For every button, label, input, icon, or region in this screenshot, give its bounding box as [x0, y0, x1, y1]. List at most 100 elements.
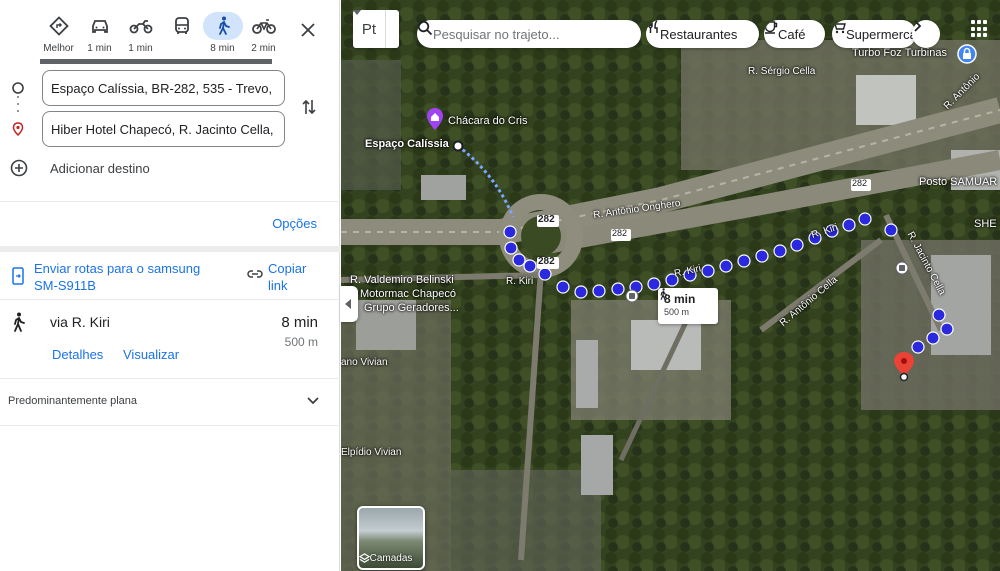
bus-stop-icon[interactable] — [625, 289, 639, 303]
mode-transit-label — [161, 43, 202, 55]
origin-input[interactable] — [42, 70, 285, 106]
swap-origin-destination-button[interactable] — [298, 96, 320, 118]
google-apps-icon[interactable] — [971, 20, 989, 38]
bicycle-icon — [244, 12, 284, 40]
layers-label: Camadas — [369, 553, 413, 564]
road-number-282: 282 — [538, 256, 555, 267]
loading-progress-track — [40, 59, 272, 64]
directions-panel: Melhor 1 min 1 min 8 min 2 min Espaço Ca… — [0, 0, 340, 571]
search-icon — [417, 20, 433, 36]
place-label[interactable]: Motormac Chapecó — [360, 288, 456, 300]
route-duration-callout[interactable]: 8 min 500 m — [658, 288, 718, 324]
chip-supermarkets[interactable]: Supermercados — [832, 20, 916, 48]
add-destination-button[interactable]: Adicionar destino — [10, 159, 150, 177]
swap-arrows-icon — [302, 99, 316, 115]
car-icon — [80, 12, 120, 40]
route-distance: 500 m — [284, 335, 318, 349]
mode-car[interactable]: 1 min — [79, 12, 120, 55]
chip-supermarkets-label: Supermercados — [846, 26, 916, 42]
place-label[interactable]: Grupo Geradores... — [364, 302, 459, 314]
street-label: R. Sérgio Cella — [748, 66, 816, 77]
walking-icon — [660, 288, 668, 300]
route-connector-dots — [17, 96, 19, 112]
destination-row — [0, 111, 340, 147]
destination-pin-icon — [12, 122, 24, 136]
walking-icon — [14, 312, 25, 332]
loading-progress-fill — [40, 59, 272, 64]
mode-walking-label: 8 min — [210, 43, 235, 54]
road-number-282: 282 — [852, 178, 868, 188]
chevron-right-icon — [914, 20, 922, 32]
input-tools-button[interactable]: Pt — [353, 10, 399, 48]
close-directions-button[interactable] — [296, 18, 320, 42]
destination-input[interactable] — [42, 111, 285, 147]
search-along-route-input[interactable]: Pesquisar no trajeto... — [417, 20, 641, 48]
chip-restaurants-label: Restaurantes — [660, 26, 738, 42]
route-preview-link[interactable]: Visualizar — [123, 347, 179, 362]
mode-car-label: 1 min — [87, 43, 112, 54]
motorcycle-icon — [121, 12, 161, 40]
input-language-symbol: Pt — [361, 20, 377, 38]
chip-coffee[interactable]: Café — [764, 20, 825, 48]
terrain-label: Predominantemente plana — [8, 395, 138, 407]
road-number-282: 282 — [612, 228, 628, 238]
send-to-phone-icon[interactable] — [10, 267, 26, 285]
link-icon[interactable] — [246, 268, 264, 280]
street-label: Elpídio Vivian — [341, 447, 402, 458]
origin-place-label[interactable]: Espaço Calíssia — [365, 138, 449, 150]
terrain-info-row[interactable]: Predominantemente plana — [0, 379, 340, 425]
route-details-link[interactable]: Detalhes — [52, 347, 103, 362]
collapse-panel-button[interactable] — [340, 286, 358, 322]
street-label: R. Kiri — [506, 276, 534, 287]
add-destination-label: Adicionar destino — [50, 160, 150, 176]
send-to-phone-row: Enviar rotas para o samsung SM-S911B Cop… — [0, 254, 340, 300]
place-label[interactable]: Posto SAMUAR — [919, 176, 997, 188]
mode-motorcycle[interactable]: 1 min — [120, 12, 161, 55]
divider — [0, 201, 340, 202]
layers-icon — [359, 553, 370, 563]
diamond-directions-icon — [39, 12, 79, 40]
caret-down-icon — [353, 10, 399, 48]
chips-next-button[interactable] — [912, 20, 940, 48]
mode-walking[interactable]: 8 min — [202, 12, 243, 55]
satellite-map[interactable]: 282 282 282 282 Turbo Foz Turbinas R. Sé… — [341, 0, 1000, 571]
copy-link-button[interactable]: Copiar link — [268, 260, 328, 294]
origin-row — [0, 70, 340, 106]
mode-transit[interactable] — [161, 12, 202, 55]
layers-button[interactable]: Camadas — [357, 506, 425, 570]
callout-time: 8 min — [664, 292, 696, 306]
add-circle-icon — [10, 159, 28, 177]
chip-restaurants[interactable]: Restaurantes — [646, 20, 759, 48]
section-divider — [0, 246, 340, 252]
google-maps-app: Melhor 1 min 1 min 8 min 2 min Espaço Ca… — [0, 0, 1000, 571]
place-label[interactable]: Turbo Foz Turbinas — [852, 47, 947, 59]
search-placeholder: Pesquisar no trajeto... — [433, 26, 560, 42]
mode-bicycle[interactable]: 2 min — [243, 12, 284, 55]
route-via: via R. Kiri — [50, 314, 110, 330]
mode-motorcycle-label: 1 min — [128, 43, 153, 54]
caret-left-icon — [345, 299, 351, 309]
walking-icon — [202, 12, 243, 40]
chip-coffee-label: Café — [778, 26, 806, 42]
callout-distance: 500 m — [664, 307, 690, 317]
lock-place-icon[interactable] — [957, 44, 977, 64]
place-label[interactable]: SHE — [974, 218, 997, 230]
origin-map-marker[interactable] — [452, 140, 464, 152]
options-button[interactable]: Opções — [272, 216, 317, 231]
street-label: R. Valdemiro Belinski — [350, 274, 454, 286]
mode-best[interactable]: Melhor — [38, 12, 79, 55]
chevron-down-icon — [307, 397, 319, 405]
route-option[interactable]: via R. Kiri 8 min 500 m Detalhes Visuali… — [0, 300, 340, 378]
bus-stop-icon[interactable] — [895, 261, 909, 275]
travel-mode-selector: Melhor 1 min 1 min 8 min 2 min — [38, 12, 284, 55]
origin-circle-icon — [12, 82, 24, 94]
road-number-282: 282 — [538, 214, 555, 225]
send-to-phone-link[interactable]: Enviar rotas para o samsung SM-S911B — [34, 260, 209, 294]
route-duration: 8 min — [281, 314, 318, 331]
close-icon — [301, 23, 315, 37]
place-label[interactable]: Chácara do Cris — [448, 115, 527, 127]
mode-best-label: Melhor — [43, 43, 74, 54]
mode-bicycle-label: 2 min — [251, 43, 276, 54]
divider — [0, 425, 340, 426]
bus-icon — [162, 12, 202, 40]
